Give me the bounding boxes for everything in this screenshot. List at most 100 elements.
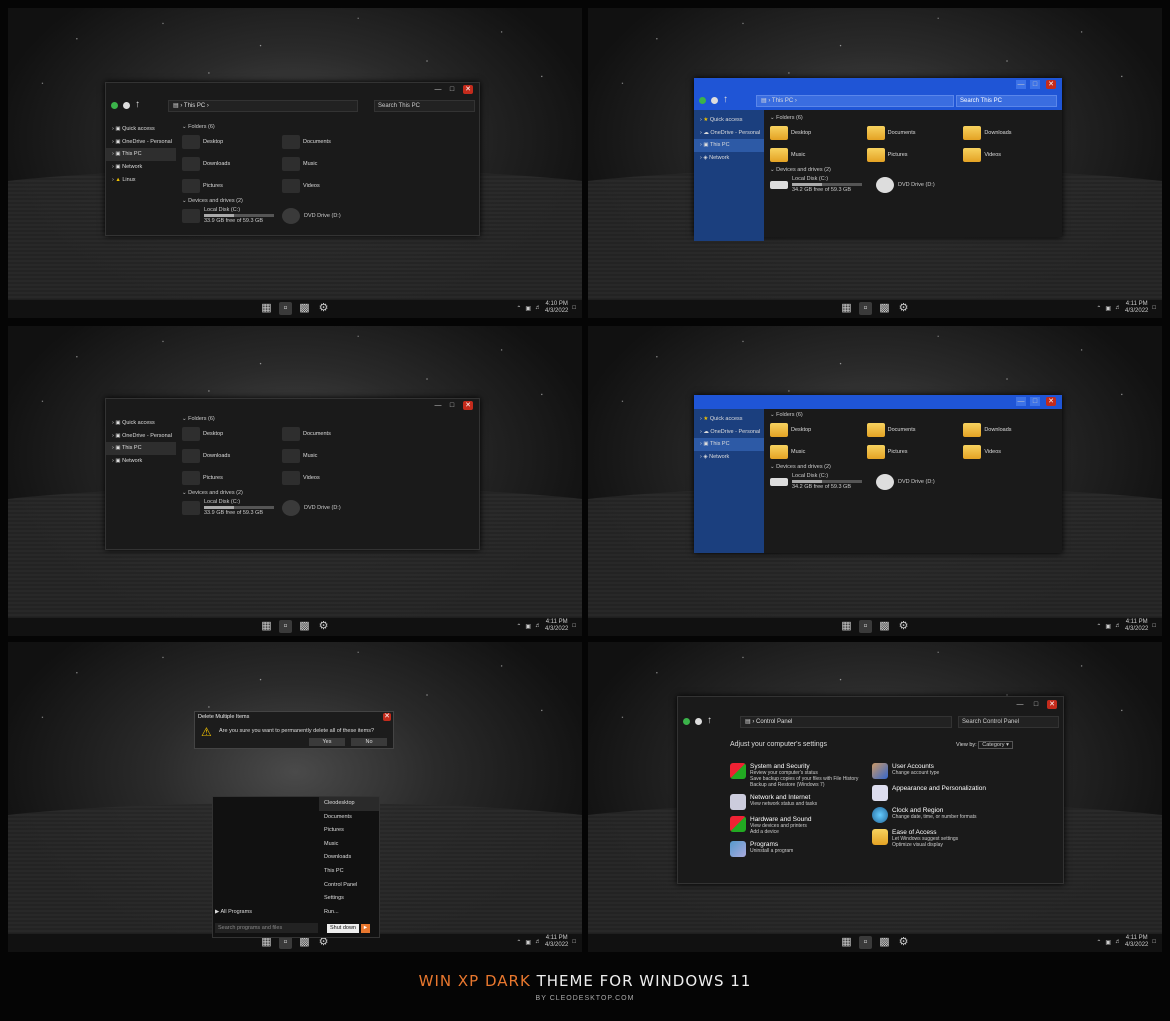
chevron-up-icon[interactable]: ⌃ xyxy=(516,623,521,630)
folder-desktop[interactable]: Desktop xyxy=(182,425,282,443)
start-icon[interactable]: ▦ xyxy=(840,936,853,949)
chevron-up-icon[interactable]: ⌃ xyxy=(516,939,521,946)
devices-header[interactable]: ⌄ Devices and drives (2) xyxy=(182,195,479,207)
nav-network[interactable]: › ▣ Network xyxy=(106,161,176,174)
network-icon[interactable]: ▣ xyxy=(1105,305,1111,312)
maximize-icon[interactable]: □ xyxy=(447,85,457,94)
folder-videos[interactable]: Videos xyxy=(282,177,382,195)
close-icon[interactable]: ✕ xyxy=(463,401,473,410)
start-item-downloads[interactable]: Downloads xyxy=(319,851,379,865)
nav-this-pc[interactable]: › ▣ This PC xyxy=(106,442,176,456)
minimize-icon[interactable]: — xyxy=(1016,397,1026,406)
folder-downloads[interactable]: Downloads xyxy=(963,421,1060,439)
explorer-icon[interactable]: ▫ xyxy=(859,936,872,949)
up-arrow-icon[interactable]: ↑ xyxy=(707,716,712,726)
back-button[interactable] xyxy=(111,101,118,109)
folder-pictures[interactable]: Pictures xyxy=(182,177,282,195)
apps-icon[interactable]: ▩ xyxy=(878,620,891,633)
maximize-icon[interactable]: □ xyxy=(447,401,457,410)
folders-header[interactable]: ⌄ Folders (6) xyxy=(182,121,479,133)
start-item-music[interactable]: Music xyxy=(319,838,379,852)
start-item-documents[interactable]: Documents xyxy=(319,811,379,825)
apps-icon[interactable]: ▩ xyxy=(298,620,311,633)
nav-network[interactable]: › ◈ Network xyxy=(694,152,764,165)
network-icon[interactable]: ▣ xyxy=(525,939,531,946)
local-disk[interactable]: Local Disk (C:) 33.9 GB free of 59.3 GB xyxy=(182,207,274,224)
forward-button[interactable] xyxy=(711,96,718,104)
clock[interactable]: 4:11 PM 4/3/2022 xyxy=(545,935,568,949)
nav-network[interactable]: › ▣ Network xyxy=(106,455,176,468)
category-hardware-sound[interactable]: Hardware and Sound View devices and print… xyxy=(730,816,860,835)
close-icon[interactable]: ✕ xyxy=(1046,397,1056,406)
nav-network[interactable]: › ◈ Network xyxy=(694,451,764,464)
clock[interactable]: 4:10 PM 4/3/2022 xyxy=(545,301,568,315)
minimize-icon[interactable]: — xyxy=(433,85,443,94)
start-item-run[interactable]: Run... xyxy=(319,906,379,920)
dvd-drive[interactable]: DVD Drive (D:) xyxy=(282,499,341,516)
explorer-icon[interactable]: ▫ xyxy=(859,620,872,633)
clock[interactable]: 4:11 PM 4/3/2022 xyxy=(1125,301,1148,315)
start-icon[interactable]: ▦ xyxy=(840,302,853,315)
folder-music[interactable]: Music xyxy=(282,447,382,465)
category-appearance[interactable]: Appearance and Personalization xyxy=(872,785,1052,801)
nav-linux[interactable]: › ▲ Linux xyxy=(106,174,176,187)
folder-music[interactable]: Music xyxy=(282,155,382,173)
up-arrow-icon[interactable]: ↑ xyxy=(723,95,728,105)
folder-downloads[interactable]: Downloads xyxy=(182,155,282,173)
devices-header[interactable]: ⌄ Devices and drives (2) xyxy=(770,164,1062,176)
nav-onedrive[interactable]: › ▣ OneDrive - Personal xyxy=(106,136,176,149)
category-ease-of-access[interactable]: Ease of Access Let Windows suggest settin… xyxy=(872,829,1052,848)
folder-music[interactable]: Music xyxy=(770,146,867,164)
folder-videos[interactable]: Videos xyxy=(282,469,382,487)
dvd-drive[interactable]: DVD Drive (D:) xyxy=(282,207,341,224)
forward-button[interactable] xyxy=(695,717,702,725)
maximize-icon[interactable]: □ xyxy=(1030,80,1040,89)
address-bar[interactable]: ▤ › Control Panel xyxy=(740,716,952,728)
up-arrow-icon[interactable]: ↑ xyxy=(135,100,140,110)
volume-icon[interactable]: ♬ xyxy=(535,623,541,629)
notification-icon[interactable]: □ xyxy=(572,939,576,945)
gear-icon[interactable]: ⚙ xyxy=(897,302,910,315)
maximize-icon[interactable]: □ xyxy=(1031,700,1041,709)
network-icon[interactable]: ▣ xyxy=(1105,623,1111,630)
chevron-up-icon[interactable]: ⌃ xyxy=(516,305,521,312)
volume-icon[interactable]: ♬ xyxy=(535,939,541,945)
folder-videos[interactable]: Videos xyxy=(963,146,1060,164)
category-user-accounts[interactable]: User Accounts Change account type xyxy=(872,763,1052,779)
view-by-dropdown[interactable]: Category ▾ xyxy=(978,741,1013,749)
nav-onedrive[interactable]: › ☁ OneDrive - Personal xyxy=(694,127,764,140)
gear-icon[interactable]: ⚙ xyxy=(317,302,330,315)
folders-header[interactable]: ⌄ Folders (6) xyxy=(770,409,1062,421)
shutdown-button[interactable]: Shut down xyxy=(327,924,359,933)
back-button[interactable] xyxy=(683,717,690,725)
notification-icon[interactable]: □ xyxy=(1152,305,1156,311)
close-icon[interactable]: ✕ xyxy=(1047,700,1057,709)
clock[interactable]: 4:11 PM 4/3/2022 xyxy=(1125,619,1148,633)
notification-icon[interactable]: □ xyxy=(572,623,576,629)
chevron-up-icon[interactable]: ⌃ xyxy=(1096,623,1101,630)
folder-pictures[interactable]: Pictures xyxy=(182,469,282,487)
notification-icon[interactable]: □ xyxy=(1152,939,1156,945)
search-input[interactable]: Search This PC xyxy=(374,100,475,112)
chevron-up-icon[interactable]: ⌃ xyxy=(1096,939,1101,946)
nav-this-pc[interactable]: › ▣ This PC xyxy=(694,139,764,153)
local-disk[interactable]: Local Disk (C:) 33.9 GB free of 59.3 GB xyxy=(182,499,274,516)
start-item-pictures[interactable]: Pictures xyxy=(319,824,379,838)
search-input[interactable]: Search This PC xyxy=(956,95,1057,107)
start-icon[interactable]: ▦ xyxy=(260,302,273,315)
folder-documents[interactable]: Documents xyxy=(282,425,382,443)
folder-documents[interactable]: Documents xyxy=(866,124,964,142)
folders-header[interactable]: ⌄ Folders (6) xyxy=(182,413,479,425)
forward-button[interactable] xyxy=(123,101,130,109)
nav-quick-access[interactable]: › ▣ Quick access xyxy=(106,123,176,136)
nav-quick-access[interactable]: › ★ Quick access xyxy=(694,413,764,426)
volume-icon[interactable]: ♬ xyxy=(535,305,541,311)
minimize-icon[interactable]: — xyxy=(1015,700,1025,709)
folder-music[interactable]: Music xyxy=(770,443,867,461)
folder-videos[interactable]: Videos xyxy=(963,443,1060,461)
folder-desktop[interactable]: Desktop xyxy=(182,133,282,151)
folder-desktop[interactable]: Desktop xyxy=(770,421,867,439)
folder-downloads[interactable]: Downloads xyxy=(963,124,1060,142)
close-icon[interactable]: ✕ xyxy=(1046,80,1056,89)
volume-icon[interactable]: ♬ xyxy=(1115,623,1121,629)
